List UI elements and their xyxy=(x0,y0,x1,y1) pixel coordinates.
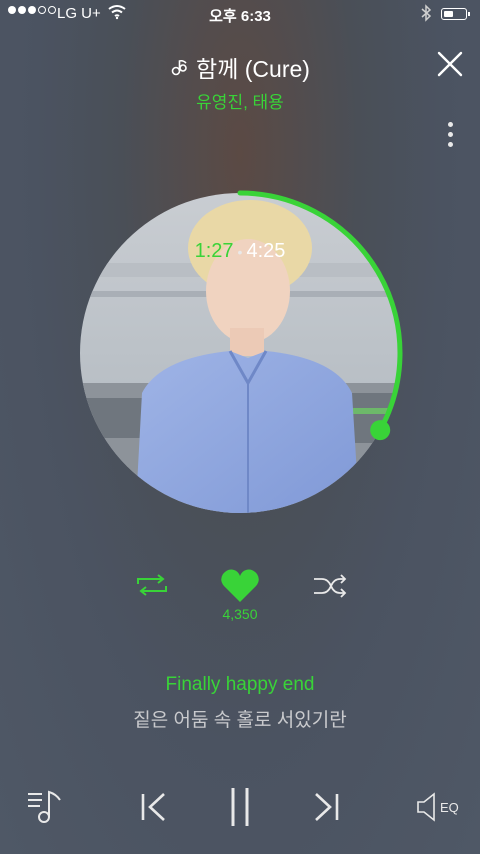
bluetooth-icon xyxy=(421,4,432,22)
lyric-next-line[interactable]: 짙은 어둠 속 홀로 서있기란 xyxy=(0,705,480,732)
pause-icon[interactable] xyxy=(224,786,256,828)
previous-icon[interactable] xyxy=(138,790,170,824)
like-count: 4,350 xyxy=(222,606,258,622)
heart-icon[interactable] xyxy=(220,568,260,604)
total-time: 4:25 xyxy=(246,240,286,262)
more-vertical-icon[interactable] xyxy=(442,122,458,154)
artist-name[interactable]: 유영진, 태용 xyxy=(0,88,480,113)
eq-button[interactable]: EQ xyxy=(416,790,464,824)
repeat-icon[interactable] xyxy=(134,572,170,598)
song-title-text: 함께 (Cure) xyxy=(196,56,310,82)
shuffle-icon[interactable] xyxy=(312,573,348,599)
lyric-current-line[interactable]: Finally happy end xyxy=(0,674,480,696)
note-icon xyxy=(171,59,187,76)
song-title: 함께 (Cure) xyxy=(0,50,480,84)
status-bar: LG U+ 오후 6:33 xyxy=(0,0,480,28)
time-separator: • xyxy=(237,243,243,260)
next-icon[interactable] xyxy=(310,790,342,824)
playlist-icon[interactable] xyxy=(26,786,66,826)
close-icon[interactable] xyxy=(436,50,464,78)
time-display: 1:27 • 4:25 xyxy=(0,240,480,263)
eq-label: EQ xyxy=(440,799,459,815)
current-time: 1:27 xyxy=(194,240,234,262)
speaker-icon xyxy=(417,792,435,822)
status-time: 오후 6:33 xyxy=(209,8,271,25)
battery-icon xyxy=(441,8,470,20)
